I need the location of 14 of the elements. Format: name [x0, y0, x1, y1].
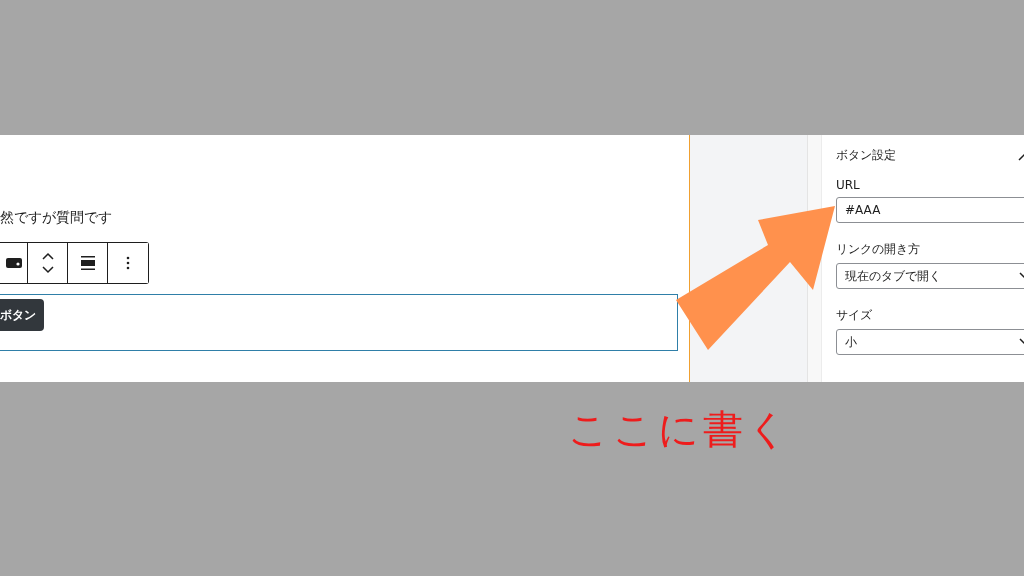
url-field[interactable]: #AAA	[836, 197, 1024, 223]
select-field[interactable]: 小	[836, 329, 1024, 355]
field-label: サイズ	[836, 307, 873, 324]
field-label: リンクの開き方	[836, 241, 921, 258]
annotation-text: ここに書く	[568, 406, 792, 452]
select-field[interactable]: 現在のタブで開く	[836, 263, 1024, 289]
paragraph-text: 然ですが質問です	[0, 208, 113, 227]
panel-title: ボタン設定	[836, 146, 896, 164]
block-button[interactable]: ボタン	[0, 299, 44, 331]
align-icon	[80, 256, 95, 270]
up-down-chevrons-icon	[41, 252, 54, 274]
more-icon	[126, 256, 130, 270]
button-icon	[5, 258, 22, 268]
field-label: URL	[836, 178, 861, 192]
